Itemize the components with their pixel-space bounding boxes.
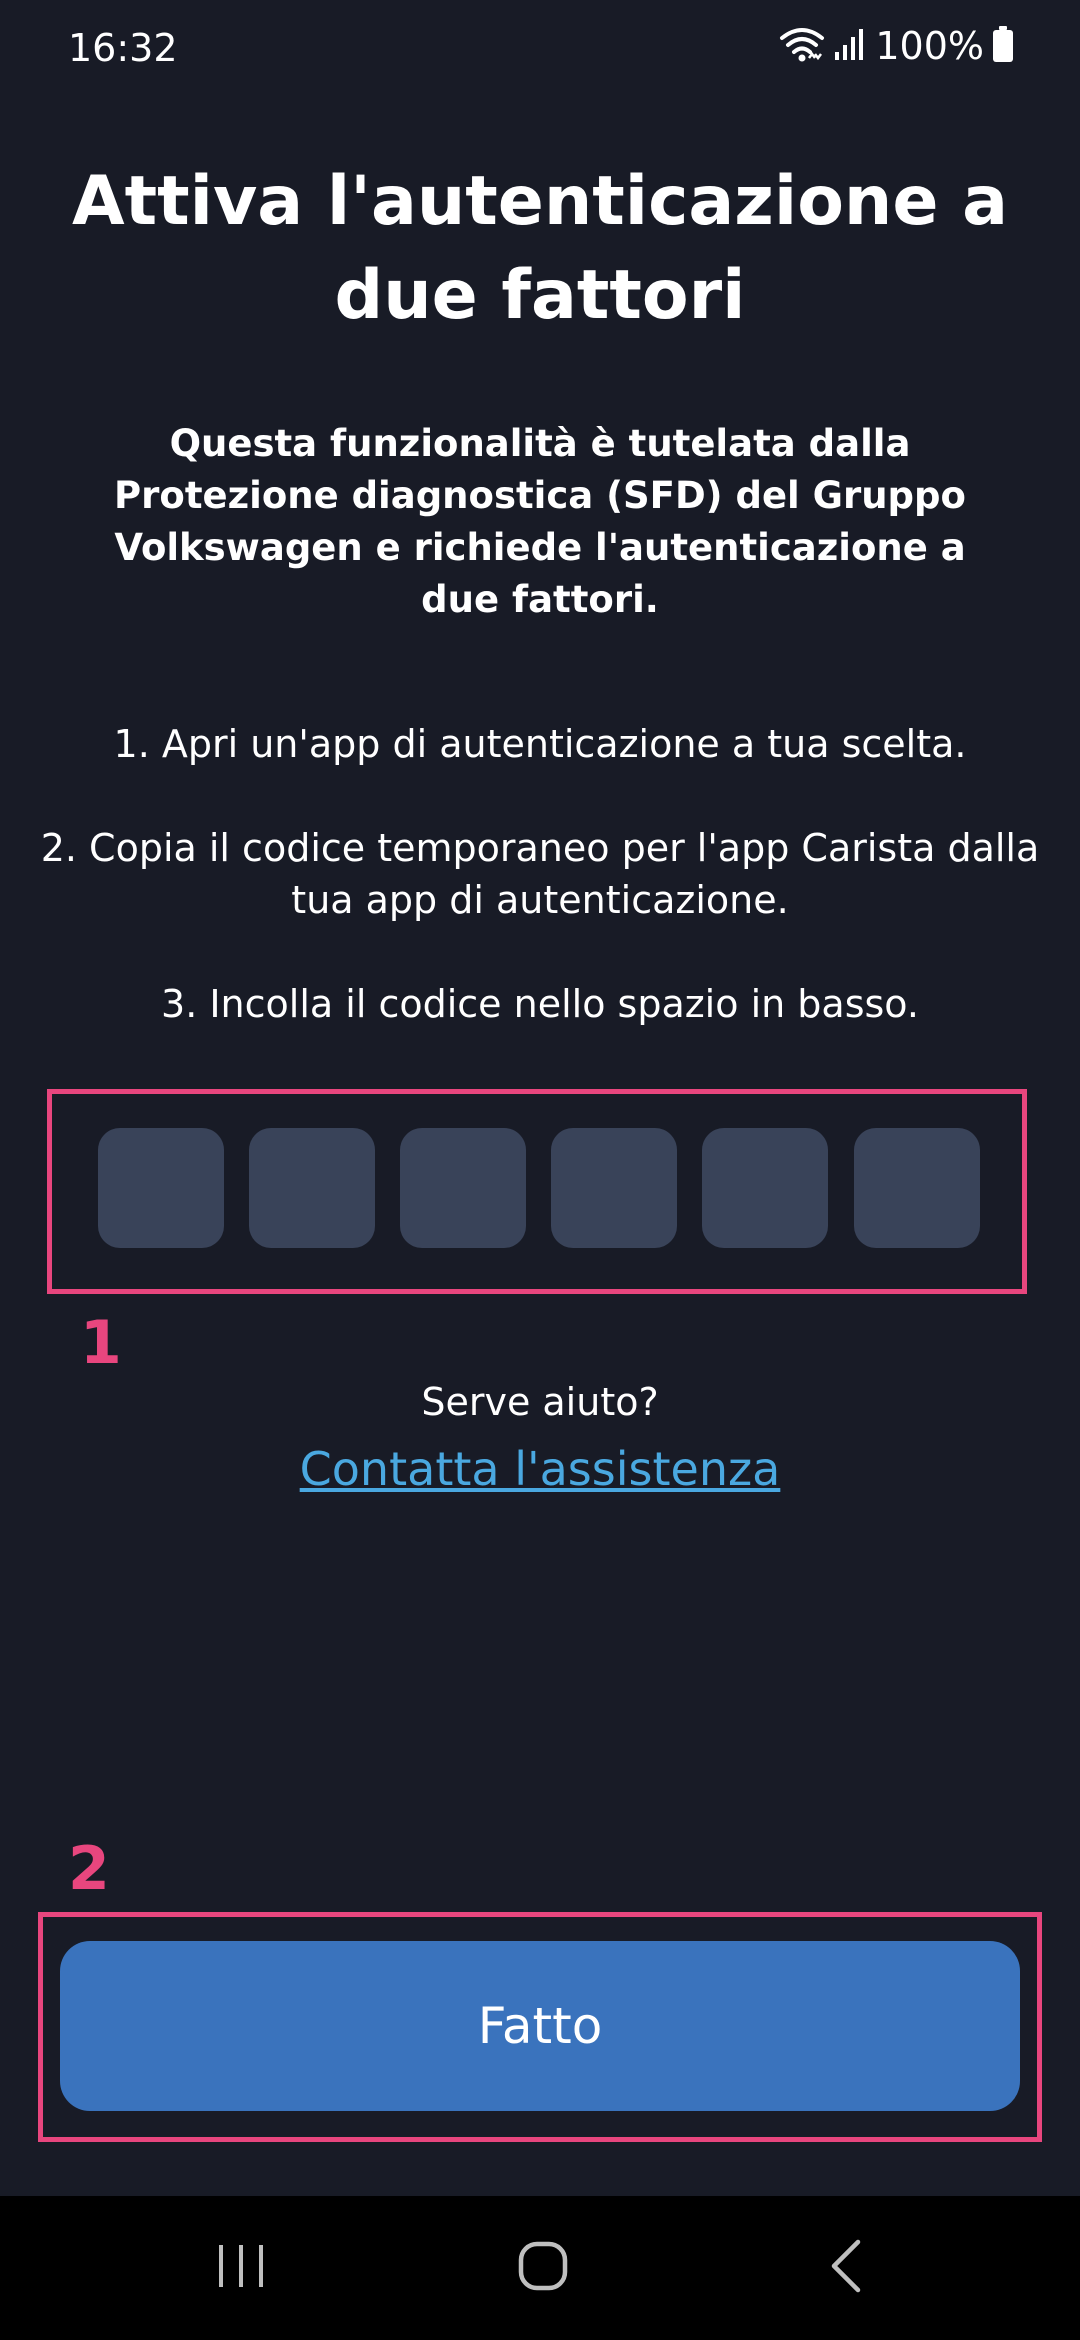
step-3: 3. Incolla il codice nello spazio in bas… [161,982,919,1026]
code-digit-input-4[interactable] [551,1128,677,1248]
code-digit-input-2[interactable] [249,1128,375,1248]
annotation-number-1: 1 [80,1308,122,1378]
code-digit-input-1[interactable] [98,1128,224,1248]
description-text: Questa funzionalità è tutelata dalla Pro… [114,422,966,621]
home-icon [517,2240,569,2296]
back-button[interactable] [746,2196,946,2340]
battery-icon [992,25,1014,67]
annotation-number-2: 2 [68,1834,110,1904]
code-digit-input-3[interactable] [400,1128,526,1248]
step-1: 1. Apri un'app di autenticazione a tua s… [113,722,967,766]
wifi-icon [779,24,825,68]
instruction-steps: 1. Apri un'app di autenticazione a tua s… [40,718,1040,1030]
help-question: Serve aiuto? [421,1380,659,1424]
done-button[interactable]: Fatto [60,1941,1020,2111]
home-button[interactable] [443,2196,643,2340]
contact-support-link[interactable]: Contatta l'assistenza [40,1442,1040,1496]
page-title: Attiva l'autenticazione a due fattori [72,162,1008,335]
status-bar: 16:32 100% [0,0,1080,100]
recent-apps-button[interactable] [141,2196,341,2340]
screen: 16:32 100% Attiva l'autenticazione a due… [0,0,1080,2340]
status-time: 16:32 [68,26,178,70]
code-digit-input-5[interactable] [702,1128,828,1248]
back-icon [826,2238,866,2298]
battery-percentage: 100% [875,24,984,68]
step-2: 2. Copia il codice temporaneo per l'app … [40,826,1040,922]
status-icons: 100% [779,24,1014,68]
navigation-bar [0,2196,1080,2340]
code-digit-input-6[interactable] [854,1128,980,1248]
recent-apps-icon [215,2241,267,2295]
signal-icon [833,26,867,66]
